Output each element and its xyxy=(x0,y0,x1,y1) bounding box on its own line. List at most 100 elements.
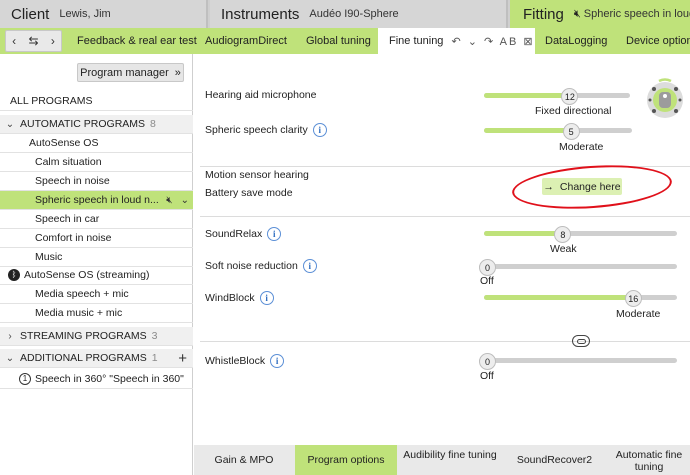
slider-thumb[interactable]: 0 xyxy=(479,259,496,276)
clarity-slider[interactable]: 5 xyxy=(484,123,632,140)
tab-fine-tuning[interactable]: Fine tuning ↶ ⌄ ↷ AB ⊠ xyxy=(378,28,535,54)
slider-thumb[interactable]: 0 xyxy=(479,353,496,370)
swap-icon[interactable]: ⇆ xyxy=(28,34,38,48)
slider-fill xyxy=(484,231,563,236)
chevron-down-icon: ⌄ xyxy=(5,352,15,364)
soft-noise-reduction-slider[interactable]: 0 xyxy=(479,259,677,276)
info-icon[interactable]: i xyxy=(312,123,327,137)
tab-gain-mpo[interactable]: Gain & MPO xyxy=(194,445,294,475)
tab-label: AudiogramDirect xyxy=(205,35,287,47)
program-item[interactable]: Speech in car xyxy=(0,210,193,229)
instruments-name: Audéo I90-Sphere xyxy=(309,8,399,20)
streaming-programs-header[interactable]: › STREAMING PROGRAMS 3 xyxy=(0,327,193,346)
soundrelax-slider[interactable]: 8 xyxy=(484,226,677,243)
client-name: Lewis, Jim xyxy=(59,8,111,20)
section-label: STREAMING PROGRAMS xyxy=(20,330,147,342)
label-text: WhistleBlock xyxy=(205,355,266,367)
slider-thumb[interactable]: 5 xyxy=(562,123,580,140)
program-item-selected[interactable]: Spheric speech in loud n... 🔇︎ ⌄ xyxy=(0,191,193,210)
link-icon[interactable] xyxy=(572,335,590,347)
label-text: WindBlock xyxy=(205,292,255,304)
whistleblock-slider[interactable]: 0 xyxy=(479,353,677,370)
tab-device-options[interactable]: Device options xyxy=(626,28,690,54)
slider-track xyxy=(479,358,677,363)
clarity-value-text: Moderate xyxy=(559,141,604,153)
tab-audibility-fine-tuning[interactable]: Audibility fine tuning xyxy=(399,445,501,475)
program-label: Speech in car xyxy=(35,213,100,225)
tab-label: Fine tuning xyxy=(389,35,444,47)
tab-label: Automatic fine tuning xyxy=(615,449,683,473)
tab-global-tuning[interactable]: Global tuning xyxy=(306,28,371,54)
header-bar: Client Lewis, Jim Instruments Audéo I90-… xyxy=(0,0,690,28)
info-icon[interactable]: i xyxy=(259,291,274,305)
label-text: Battery save mode xyxy=(205,187,293,199)
label-text: SoundRelax xyxy=(205,228,263,240)
app-window: Client Lewis, Jim Instruments Audéo I90-… xyxy=(0,0,690,475)
info-icon[interactable]: i xyxy=(267,227,282,241)
info-icon[interactable]: i xyxy=(270,354,285,368)
program-autosense-streaming[interactable]: ᛒ AutoSense OS (streaming) xyxy=(0,266,193,285)
slider-thumb[interactable]: 12 xyxy=(561,88,579,105)
program-item[interactable]: Comfort in noise xyxy=(0,229,193,248)
program-label: Music xyxy=(35,251,63,263)
program-item[interactable]: Calm situation xyxy=(0,153,193,172)
tab-label: Audibility fine tuning xyxy=(403,449,497,461)
program-label: Media music + mic xyxy=(35,307,123,319)
chevron-down-icon[interactable]: ⌄ xyxy=(181,195,189,206)
section-count: 1 xyxy=(151,352,158,364)
program-autosense[interactable]: AutoSense OS xyxy=(0,134,193,153)
section-label: ADDITIONAL PROGRAMS xyxy=(20,352,147,364)
microphone-value-text: Fixed directional xyxy=(535,105,612,117)
windblock-value-text: Moderate xyxy=(616,308,661,320)
slider-thumb[interactable]: 16 xyxy=(624,290,642,307)
automatic-programs-header[interactable]: ⌄ AUTOMATIC PROGRAMS 8 xyxy=(0,115,193,134)
program-label: AutoSense OS (streaming) xyxy=(24,269,150,281)
slider-fill xyxy=(484,295,633,300)
program-label: Speech in 360° "Speech in 360" xyxy=(35,373,184,385)
slider-fill xyxy=(484,93,570,98)
instruments-label: Instruments xyxy=(221,5,300,23)
bluetooth-icon: ᛒ xyxy=(8,269,20,281)
back-icon[interactable]: ‹ xyxy=(12,34,16,48)
windblock-slider[interactable]: 16 xyxy=(484,290,677,307)
battery-save-label: Battery save mode xyxy=(205,187,293,199)
program-manager-button[interactable]: Program manager » xyxy=(77,63,184,82)
speaker-mute-icon: 🔇︎ xyxy=(573,7,581,20)
tab-label: Feedback & real ear test xyxy=(77,35,197,47)
tab-automatic-fine-tuning[interactable]: Automatic fine tuning xyxy=(608,445,690,475)
label-text: Spheric speech clarity xyxy=(205,124,308,136)
program-sidebar: Program manager » ALL PROGRAMS ⌄ AUTOMAT… xyxy=(0,54,193,475)
program-label: Speech in noise xyxy=(35,175,110,187)
slider-thumb[interactable]: 8 xyxy=(554,226,572,243)
divider xyxy=(200,216,690,217)
tab-datalogging[interactable]: DataLogging xyxy=(545,28,607,54)
all-programs-row[interactable]: ALL PROGRAMS xyxy=(0,92,193,111)
tab-feedback[interactable]: Feedback & real ear test xyxy=(77,28,197,54)
program-item[interactable]: Media music + mic xyxy=(0,304,193,323)
program-item[interactable]: Media speech + mic xyxy=(0,285,193,304)
info-icon[interactable]: i xyxy=(302,259,317,273)
tab-soundrecover2[interactable]: SoundRecover2 xyxy=(503,445,606,475)
microphone-slider[interactable]: 12 xyxy=(484,88,630,105)
program-label: Calm situation xyxy=(35,156,102,168)
chevron-down-icon: ⌄ xyxy=(5,118,15,130)
program-item[interactable]: Music xyxy=(0,248,193,267)
tab-program-options[interactable]: Program options xyxy=(295,445,397,475)
whistleblock-value-text: Off xyxy=(480,370,494,382)
additional-programs-header[interactable]: ⌄ ADDITIONAL PROGRAMS 1 + xyxy=(0,349,193,368)
undo-redo-icon[interactable]: ↶ ⌄ ↷ AB ⊠ xyxy=(451,35,534,48)
program-label: Media speech + mic xyxy=(35,288,129,300)
add-program-icon[interactable]: + xyxy=(178,350,187,367)
program-item[interactable]: 1 Speech in 360° "Speech in 360" xyxy=(0,370,193,389)
speaker-mute-icon[interactable]: 🔇︎ xyxy=(166,195,172,206)
tab-client[interactable]: Client Lewis, Jim xyxy=(0,0,208,28)
highlight-annotation xyxy=(510,160,674,214)
tab-instruments[interactable]: Instruments Audéo I90-Sphere xyxy=(210,0,508,28)
tab-audiogramdirect[interactable]: AudiogramDirect xyxy=(205,28,287,54)
tab-fitting[interactable]: Fitting 🔇︎ Spheric speech in loud xyxy=(510,0,690,28)
whistleblock-label: WhistleBlock i xyxy=(205,354,285,368)
clarity-label: Spheric speech clarity i xyxy=(205,123,327,137)
forward-icon[interactable]: › xyxy=(51,34,55,48)
program-item[interactable]: Speech in noise xyxy=(0,172,193,191)
label-text: Motion sensor hearing xyxy=(205,169,309,181)
